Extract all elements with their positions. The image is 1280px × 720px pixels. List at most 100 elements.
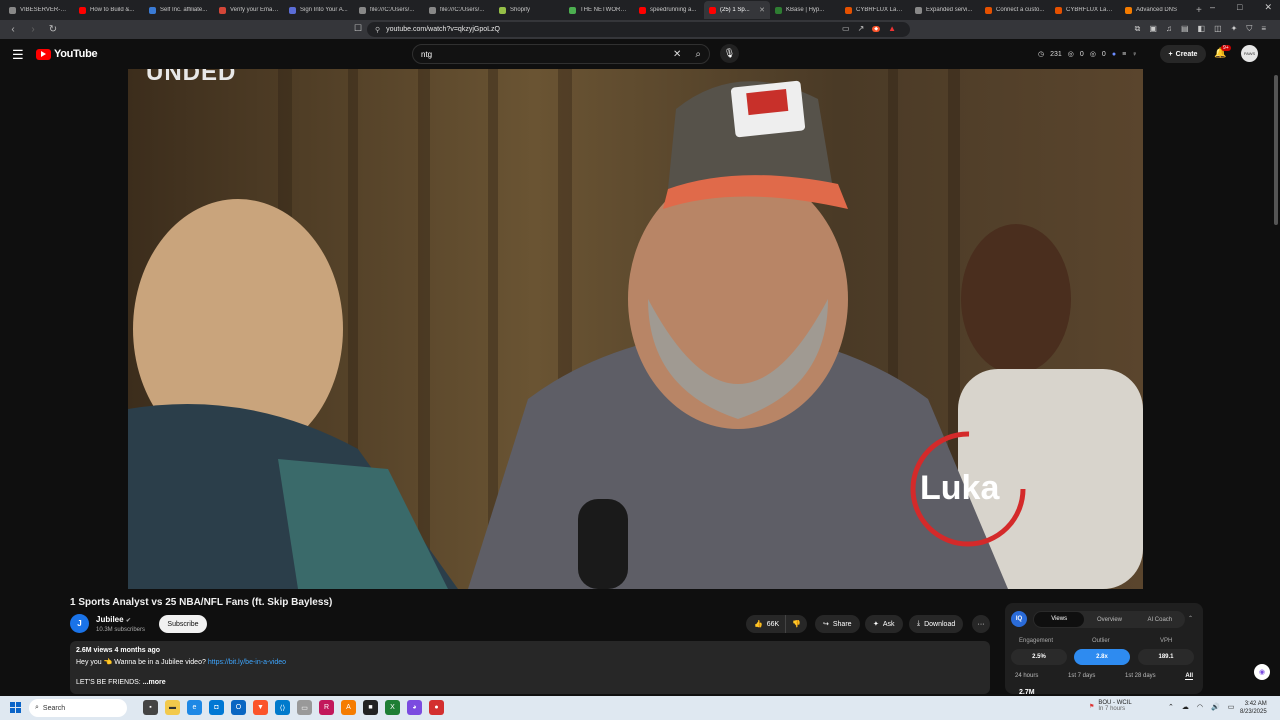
tab-overview[interactable]: Overview (1084, 617, 1134, 623)
start-windows-icon[interactable] (10, 702, 21, 713)
range-24h[interactable]: 24 hours (1015, 673, 1038, 680)
description-link[interactable]: https://bit.ly/be-in-a-video (208, 659, 286, 666)
share-button[interactable]: ↪ Share (815, 615, 860, 633)
list-icon[interactable]: ≡ (1122, 51, 1126, 58)
like-button[interactable]: 👍 66K (746, 615, 786, 633)
floating-extension-icon[interactable]: ◉ (1254, 664, 1270, 680)
sidebar-icon[interactable]: ◧ (1198, 24, 1206, 34)
bookmark-icon[interactable]: ☐ (354, 23, 362, 34)
browser-tab[interactable]: (25) 1 Sp... ✕ (704, 1, 770, 19)
reload-icon[interactable]: ↻ (46, 23, 60, 37)
tab-views[interactable]: Views (1034, 612, 1085, 627)
microphone-icon[interactable]: 🎙 (720, 44, 739, 63)
tray-chevron-icon[interactable]: ⌃ (1168, 703, 1174, 711)
browser-tab[interactable]: Connect a custo... (980, 1, 1050, 19)
tab-ai-coach[interactable]: AI Coach (1135, 617, 1185, 623)
app-icon[interactable]: ▭ (297, 700, 312, 715)
search-box[interactable]: ntg ✕ ⌕ (412, 44, 710, 64)
brave-shield-icon[interactable]: ◆ (872, 25, 881, 32)
cloud-icon[interactable]: ☁ (1182, 703, 1189, 711)
minimize-icon[interactable]: – (1210, 2, 1215, 13)
browser-tab[interactable]: Advanced DNS (1120, 1, 1190, 19)
file-explorer-icon[interactable]: ▬ (165, 700, 180, 715)
app-icon[interactable]: ● (429, 700, 444, 715)
site-info-icon[interactable]: ⚲ (375, 26, 380, 34)
browser-tab[interactable]: THE NETWORK... (564, 1, 634, 19)
extension-icon[interactable]: ✦ (1231, 24, 1238, 34)
cast-icon[interactable]: ▭ (842, 24, 850, 33)
wifi-icon[interactable]: ◠ (1197, 703, 1203, 711)
maximize-icon[interactable]: □ (1237, 2, 1242, 13)
extension-icon[interactable]: ● (1112, 51, 1116, 58)
address-bar[interactable]: ⚲ youtube.com/watch?v=qkzyjGpoLzQ (367, 22, 910, 37)
range-all[interactable]: All (1185, 673, 1193, 680)
forward-icon[interactable]: › (26, 23, 40, 37)
extension-icon[interactable]: ▣ (1149, 24, 1157, 34)
browser-tab[interactable]: file:///C:/Users/... (424, 1, 494, 19)
search-icon[interactable]: ⌕ (695, 49, 701, 60)
browser-tab[interactable]: CYBRFLUX Land... (1050, 1, 1120, 19)
account-avatar[interactable]: PAWS (1241, 45, 1258, 62)
new-tab-button[interactable]: + (1196, 5, 1202, 16)
lightbulb-icon[interactable]: ♀ (1132, 51, 1137, 58)
excel-icon[interactable]: X (385, 700, 400, 715)
extension-icon[interactable]: ▤ (1181, 24, 1189, 34)
outlook-icon[interactable]: O (231, 700, 246, 715)
clear-search-icon[interactable]: ✕ (673, 49, 681, 60)
collapse-chevron-icon[interactable]: ⌃ (1188, 615, 1193, 622)
browser-tab[interactable]: Shopify (494, 1, 564, 19)
browser-tab[interactable]: KBase | Hyp... (770, 1, 840, 19)
volume-icon[interactable]: 🔊 (1211, 703, 1220, 711)
store-icon[interactable]: ◘ (209, 700, 224, 715)
vscode-icon[interactable]: ⟨⟩ (275, 700, 290, 715)
browser-tab[interactable]: CYBRFLUX Land... (840, 1, 910, 19)
channel-avatar[interactable]: J (70, 614, 89, 633)
browser-tab[interactable]: VIBESERVER-1:8... (4, 1, 74, 19)
task-view-icon[interactable]: ▪ (143, 700, 158, 715)
back-icon[interactable]: ‹ (6, 23, 20, 37)
close-tab-icon[interactable]: ✕ (759, 6, 765, 14)
system-clock[interactable]: 3:42 AM 8/23/2025 (1240, 700, 1267, 716)
ask-button[interactable]: ✦ Ask (865, 615, 903, 633)
rewards-icon[interactable]: ▲ (888, 24, 896, 33)
range-28d[interactable]: 1st 28 days (1125, 673, 1156, 680)
channel-name[interactable]: Jubilee ✔ (96, 615, 131, 624)
battery-icon[interactable]: ▭ (1228, 703, 1235, 711)
video-description[interactable]: 2.6M views 4 months ago Hey you 👈 Wanna … (70, 641, 990, 694)
browser-tab[interactable]: Sign Into Your A... (284, 1, 354, 19)
menu-icon[interactable]: ☰ (12, 47, 24, 63)
browser-tab[interactable]: Self Inc. affiliate... (144, 1, 214, 19)
range-7d[interactable]: 1st 7 days (1068, 673, 1095, 680)
discord-icon[interactable]: ◕ (407, 700, 422, 715)
search-input[interactable]: ntg (421, 50, 673, 59)
shield-icon[interactable]: ⛉ (1246, 24, 1252, 34)
share-page-icon[interactable]: ↗ (858, 24, 865, 33)
dislike-button[interactable]: 👎 (785, 615, 807, 633)
music-icon[interactable]: ♫ (1166, 24, 1172, 34)
close-window-icon[interactable]: ✕ (1264, 2, 1272, 13)
browser-tab[interactable]: Verify your Email... (214, 1, 284, 19)
browser-tab[interactable]: Expanded servi... (910, 1, 980, 19)
video-player[interactable]: UNDED Luka (128, 69, 1143, 589)
page-scrollbar[interactable] (1272, 69, 1280, 694)
app-icon[interactable]: A (341, 700, 356, 715)
iq-badge[interactable]: IQ (1011, 611, 1027, 627)
browser-tab[interactable]: file:///C:/Users/... (354, 1, 424, 19)
weather-widget[interactable]: ⚑ BOU - WCIL In 7 hours (1089, 700, 1132, 712)
app-icon[interactable]: R (319, 700, 334, 715)
menu-icon[interactable]: ≡ (1261, 24, 1266, 34)
extension-icon[interactable]: ⧉ (1135, 24, 1141, 34)
extension-icon[interactable]: ◫ (1214, 24, 1222, 34)
browser-tab[interactable]: How to Build &... (74, 1, 144, 19)
browser-tab[interactable]: speedrunning a... (634, 1, 704, 19)
scrollbar-thumb[interactable] (1274, 75, 1278, 225)
app-icon[interactable]: ■ (363, 700, 378, 715)
edge-icon[interactable]: e (187, 700, 202, 715)
subscribe-button[interactable]: Subscribe (159, 615, 207, 633)
taskbar-search[interactable]: ⌕ Search (29, 699, 127, 717)
youtube-logo[interactable]: YouTube (36, 48, 98, 60)
more-actions-button[interactable]: ··· (972, 615, 990, 633)
brave-icon[interactable]: ▼ (253, 700, 268, 715)
create-button[interactable]: + Create (1160, 45, 1206, 63)
show-more-link[interactable]: ...more (143, 679, 166, 686)
